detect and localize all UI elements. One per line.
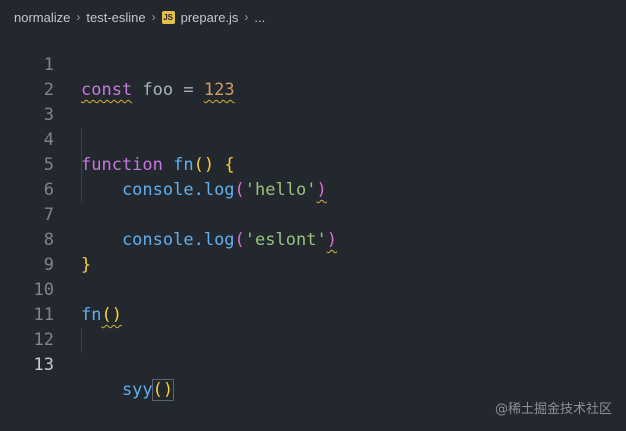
- code-line-9[interactable]: 9: [0, 228, 626, 275]
- code-token: syy: [81, 380, 153, 400]
- chevron-right-icon: ›: [151, 10, 156, 24]
- code-token: (): [151, 379, 175, 401]
- code-line-12[interactable]: 12: [0, 303, 626, 350]
- code-line-2[interactable]: 2: [0, 53, 626, 100]
- code-line-3[interactable]: 3: [0, 78, 626, 125]
- code-line-4[interactable]: 4 function fn() {: [0, 103, 626, 175]
- code-line-10[interactable]: 10 fn(): [0, 253, 626, 325]
- code-line-5[interactable]: 5 console.log('hello'): [0, 128, 626, 200]
- line-number: 13: [33, 355, 54, 375]
- js-file-icon: JS: [161, 10, 175, 24]
- code-line-1[interactable]: 1 const foo = 123: [0, 28, 626, 100]
- code-line-6[interactable]: 6: [0, 153, 626, 200]
- chevron-right-icon: ›: [76, 10, 81, 24]
- watermark: @稀土掘金技术社区: [494, 402, 612, 417]
- code-line-7[interactable]: 7 console.log('eslont'): [0, 178, 626, 250]
- code-line-8[interactable]: 8 }: [0, 203, 626, 275]
- code-line-13[interactable]: 13 syy(): [0, 328, 626, 401]
- code-editor[interactable]: 1 const foo = 123 2 3 4 function fn() { …: [0, 28, 626, 401]
- breadcrumb-item-normalize[interactable]: normalize: [14, 10, 70, 25]
- breadcrumb-item-test-esline[interactable]: test-esline: [86, 10, 145, 25]
- line-code: syy(): [81, 378, 175, 403]
- code-line-11[interactable]: 11: [0, 278, 626, 325]
- breadcrumb-item-more[interactable]: ...: [254, 10, 265, 25]
- chevron-right-icon: ›: [244, 10, 249, 24]
- breadcrumb-item-prepare-js[interactable]: prepare.js: [181, 10, 239, 25]
